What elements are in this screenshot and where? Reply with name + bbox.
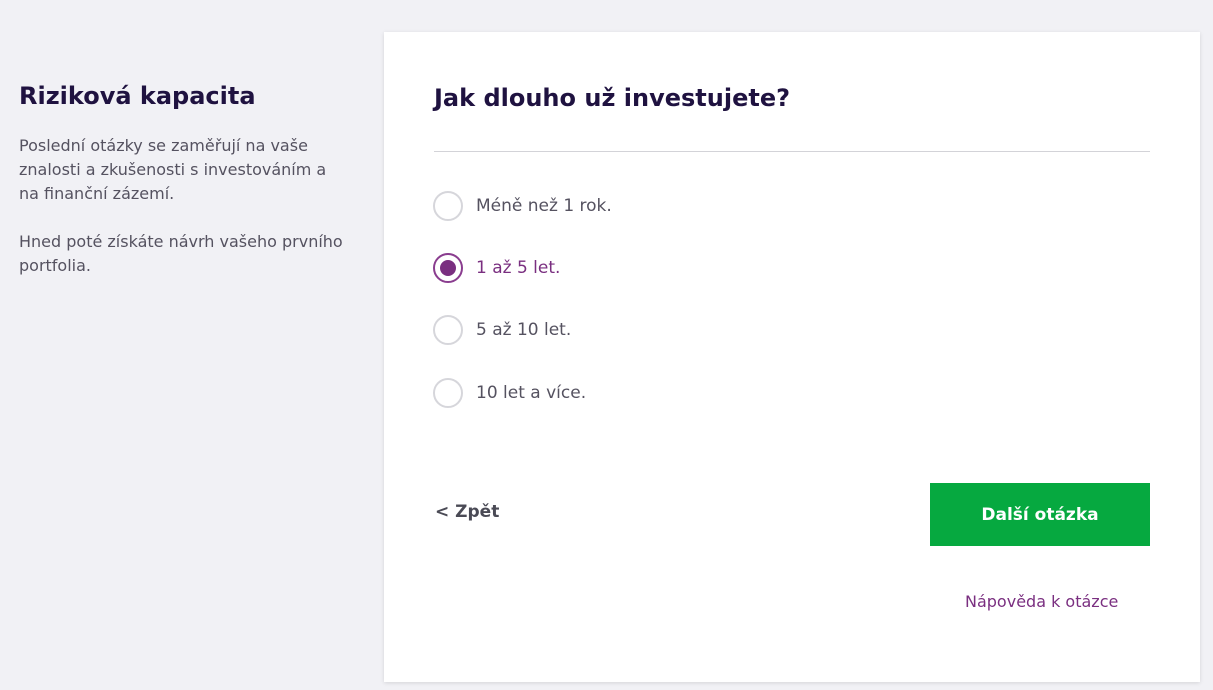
- sidebar-intro: Riziková kapacita Poslední otázky se zam…: [19, 80, 349, 278]
- radio-button[interactable]: [433, 191, 463, 221]
- question-card: Jak dlouho už investujete? Méně než 1 ro…: [384, 32, 1200, 682]
- option-5-to-10-years[interactable]: 5 až 10 let.: [433, 315, 571, 345]
- sidebar-paragraph-2: Hned poté získáte návrh vašeho prvního p…: [19, 232, 343, 275]
- option-label: 10 let a více.: [476, 383, 587, 403]
- radio-button[interactable]: [433, 315, 463, 345]
- sidebar-paragraph-1: Poslední otázky se zaměřují na vaše znal…: [19, 136, 327, 203]
- option-label: 5 až 10 let.: [476, 320, 572, 340]
- option-1-to-5-years[interactable]: 1 až 5 let.: [433, 253, 560, 283]
- radio-button-selected[interactable]: [433, 253, 463, 283]
- next-question-button[interactable]: Další otázka: [930, 483, 1150, 546]
- option-less-than-1-year[interactable]: Méně než 1 rok.: [433, 191, 612, 221]
- divider: [434, 151, 1150, 152]
- back-link[interactable]: < Zpět: [435, 502, 499, 522]
- sidebar-title: Riziková kapacita: [19, 82, 256, 110]
- option-label: 1 až 5 let.: [476, 258, 561, 278]
- question-title: Jak dlouho už investujete?: [434, 84, 791, 112]
- option-10-years-and-more[interactable]: 10 let a více.: [433, 378, 586, 408]
- question-help-link[interactable]: Nápověda k otázce: [965, 592, 1118, 611]
- option-label: Méně než 1 rok.: [476, 196, 612, 216]
- radio-button[interactable]: [433, 378, 463, 408]
